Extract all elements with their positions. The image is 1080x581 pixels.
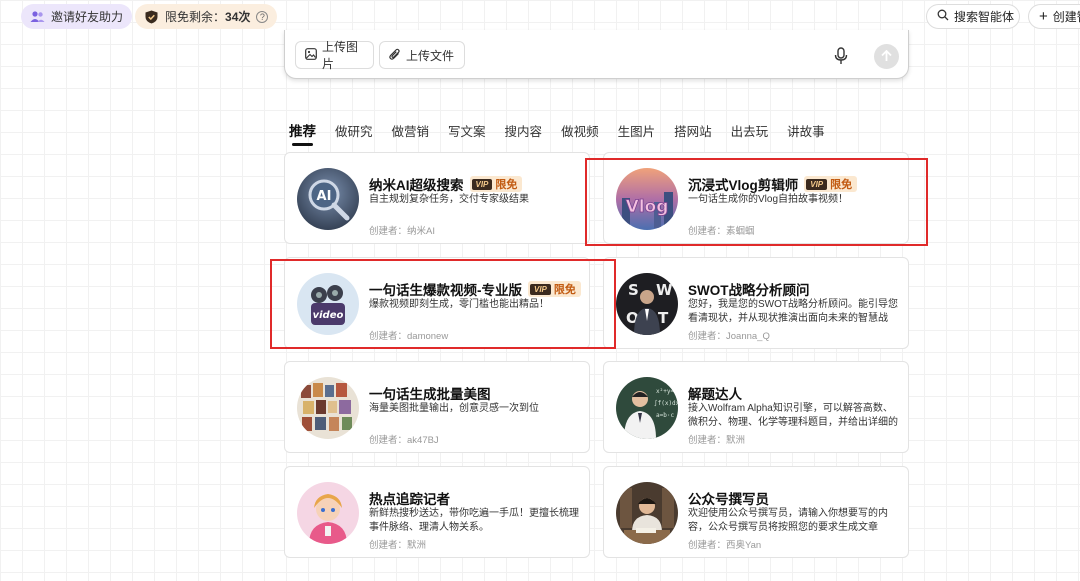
card-title: 解题达人 [688,387,742,402]
card-description: 接入Wolfram Alpha知识引擎，可以解答高数、微积分、物理、化学等理科题… [688,403,898,428]
avatar [297,377,359,439]
avatar [616,482,678,544]
agent-card-nano-ai-search[interactable]: AI 纳米AI超级搜索 VIP 限免 自主规划复杂任务，交付专家级结果 创建者：纳米… [284,152,590,244]
arrow-up-icon [881,49,892,65]
shield-check-icon [144,9,159,24]
upload-file-button[interactable]: 上传文件 [379,41,465,69]
vip-tag: VIP [806,178,828,190]
upload-image-label: 上传图片 [322,40,359,71]
avatar: SWOT [616,273,678,335]
card-title: 沉浸式Vlog剪辑师 [688,178,799,193]
avatar: video [297,273,359,335]
tab-recommend[interactable]: 推荐 [289,118,316,146]
chat-input-box[interactable]: 上传图片 上传文件 [284,30,909,79]
free-quota-badge: 限免剩余：34次 ? [135,4,278,29]
card-description: 一句话生成你的Vlog自拍故事视频！ [688,194,849,205]
card-author: 创建者：素蝈蝈 [688,226,755,237]
invite-label: 邀请好友助力 [51,10,124,24]
agent-card-batch-images[interactable]: 一句话生成批量美图 海量美图批量输出，创意灵感一次到位 创建者：ak47BJ [284,361,590,453]
svg-text:Vlog: Vlog [626,197,669,217]
avatar: Vlog [616,168,678,230]
vip-tag: VIP [530,283,551,295]
microphone-icon[interactable] [834,47,848,65]
card-title: 公众号撰写员 [688,492,769,507]
tab-marketing[interactable]: 做营销 [392,118,430,142]
svg-text:S: S [628,281,639,299]
agent-card-hot-news-reporter[interactable]: 热点追踪记者 新鲜热搜秒送达，带你吃遍一手瓜！更擅长梳理事件脉络、理清人物关系。… [284,466,590,558]
card-description: 爆款视频即刻生成，零门槛也能出精品！ [369,299,549,310]
image-icon [305,47,317,63]
card-description: 欢迎使用公众号撰写员，请输入你想要写的内容，公众号撰写员将按照您的要求生成文章 [688,508,888,533]
tab-website[interactable]: 搭网站 [674,118,712,142]
card-title: 纳米AI超级搜索 [369,178,464,193]
tab-travel[interactable]: 出去玩 [731,118,769,142]
search-agent-button[interactable]: 搜索智能体 [926,4,1020,29]
tab-video[interactable]: 做视频 [561,118,599,142]
card-title: 一句话生爆款视频-专业版 [369,283,522,298]
upload-file-label: 上传文件 [406,48,455,63]
agent-card-problem-solver[interactable]: x²+y=3 ∫f(x)dx a=b·c 解题达人 接入Wolfram Alpha知… [603,361,909,453]
avatar [297,482,359,544]
free-badge: VIP 限免 [469,176,523,192]
category-tabs: 推荐 做研究 做营销 写文案 搜内容 做视频 生图片 搭网站 出去玩 讲故事 [289,118,844,146]
send-button[interactable] [874,44,899,69]
card-title: 热点追踪记者 [369,492,450,507]
upload-image-button[interactable]: 上传图片 [295,40,374,71]
card-description: 您好，我是您的SWOT战略分析顾问。能引导您看清现状，并从现状推演出面向未来的智… [688,299,898,324]
card-author: 创建者：默洲 [688,435,746,446]
tab-search-content[interactable]: 搜内容 [505,118,543,142]
avatar: AI [297,168,359,230]
invite-friends-button[interactable]: 邀请好友助力 [21,4,133,29]
agent-card-swot-advisor[interactable]: SWOT SWOT战略分析顾问 您好，我是您的SWOT战略分析顾问。能引导您看清… [603,257,909,349]
tab-story[interactable]: 讲故事 [787,118,825,142]
svg-text:∫f(x)dx: ∫f(x)dx [654,399,678,407]
svg-text:x²+y=3: x²+y=3 [656,388,678,395]
card-author: 创建者：damonew [369,331,449,342]
card-author: 创建者：默洲 [369,540,427,551]
avatar: x²+y=3 ∫f(x)dx a=b·c [616,377,678,439]
agent-card-wechat-writer[interactable]: 公众号撰写员 欢迎使用公众号撰写员，请输入你想要写的内容，公众号撰写员将按照您的… [603,466,909,558]
card-description: 海量美图批量输出，创意灵感一次到位 [369,403,539,414]
free-badge: VIP 限免 [528,281,581,297]
svg-text:video: video [313,310,344,321]
agent-card-vlog-editor[interactable]: Vlog 沉浸式Vlog剪辑师 VIP 限免 一句话生成你的Vlog自拍故事视频！ … [603,152,909,244]
create-agent-button[interactable]: + 创建智 [1028,4,1080,29]
card-author: 创建者：纳米AI [369,226,435,237]
paperclip-icon [389,47,401,64]
create-label: 创建智 [1052,10,1080,24]
tab-research[interactable]: 做研究 [335,118,373,142]
agent-card-viral-video-pro[interactable]: video 一句话生爆款视频-专业版 VIP 限免 爆款视频即刻生成，零门槛也能出精… [284,257,590,349]
search-icon [937,9,949,24]
card-description: 自主规划复杂任务，交付专家级结果 [369,194,529,205]
card-author: 创建者：西奥Yan [688,540,762,551]
quota-count: 34次 [225,10,251,24]
svg-text:T: T [658,309,669,327]
vip-tag: VIP [471,178,493,190]
tab-copywriting[interactable]: 写文案 [448,118,486,142]
svg-text:a=b·c: a=b·c [656,412,674,419]
quota-label: 限免剩余： [165,10,226,24]
tab-image[interactable]: 生图片 [618,118,656,142]
help-icon[interactable]: ? [256,10,269,23]
plus-icon: + [1039,8,1048,25]
search-agent-label: 搜索智能体 [954,10,1015,24]
card-description: 新鲜热搜秒送达，带你吃遍一手瓜！更擅长梳理事件脉络、理清人物关系。 [369,508,579,533]
svg-text:AI: AI [317,189,332,204]
people-icon [30,9,45,24]
free-badge: VIP 限免 [804,176,858,192]
card-author: 创建者：Joanna_Q [688,331,770,342]
card-title: SWOT战略分析顾问 [688,283,810,298]
svg-text:W: W [656,281,673,299]
card-title: 一句话生成批量美图 [369,387,491,402]
card-author: 创建者：ak47BJ [369,435,439,446]
